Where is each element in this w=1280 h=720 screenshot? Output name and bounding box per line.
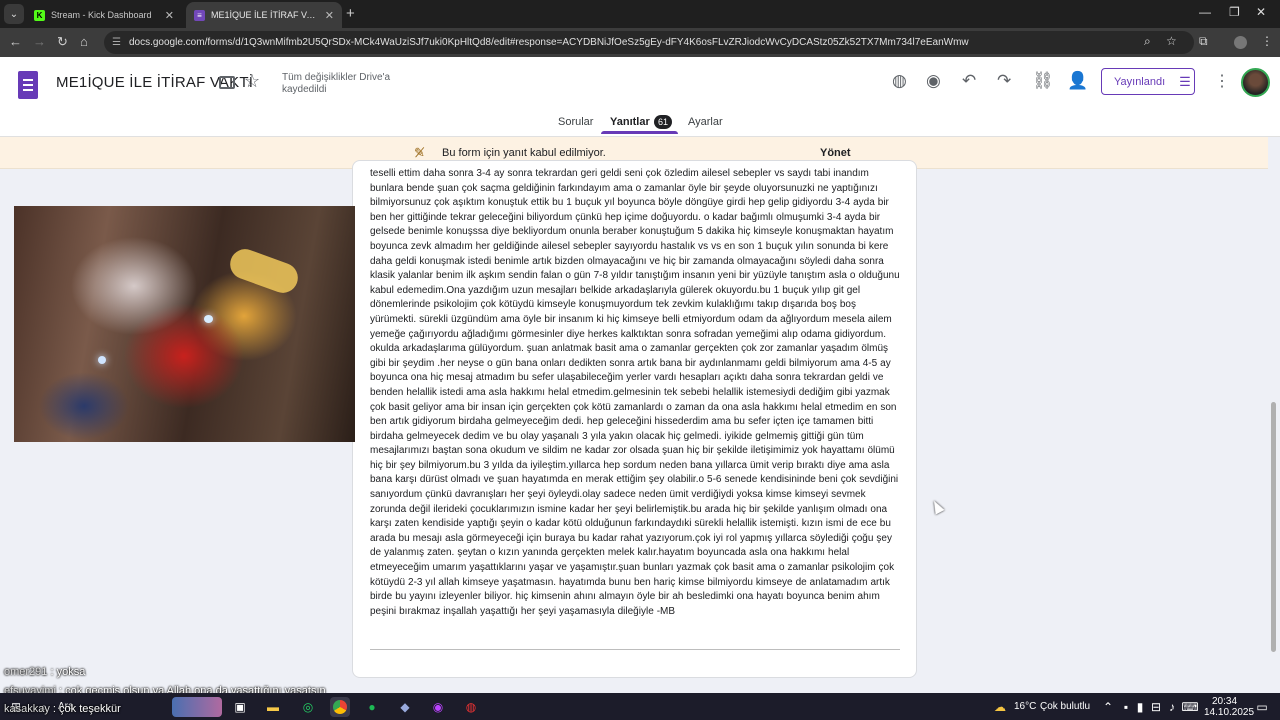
close-window-icon[interactable]: ✕ bbox=[1256, 5, 1266, 19]
whatsapp-icon[interactable]: ◎ bbox=[298, 697, 318, 717]
forward-icon[interactable]: → bbox=[33, 34, 46, 49]
chat-text: yoksa bbox=[56, 666, 86, 678]
forms-header: ME1İQUE İLE İTİRAF VAKTİ ☆ Tüm değişikli… bbox=[0, 57, 1280, 137]
minimize-icon[interactable]: — bbox=[1199, 5, 1211, 19]
tray-chevron-icon[interactable]: ⌃ bbox=[1098, 697, 1118, 717]
extensions-icon[interactable]: ⧉ bbox=[1199, 34, 1208, 49]
home-icon[interactable]: ⌂ bbox=[80, 34, 88, 49]
bookmark-star-icon[interactable]: ☆ bbox=[1166, 34, 1177, 48]
volume-icon[interactable]: ♪ bbox=[1162, 697, 1182, 717]
webcam-blur-shape bbox=[225, 244, 303, 298]
obs-icon[interactable]: ◍ bbox=[461, 697, 481, 717]
undo-icon[interactable]: ↶ bbox=[962, 71, 976, 91]
notification-icon[interactable]: ▭ bbox=[1252, 697, 1272, 717]
tab-questions[interactable]: Sorular bbox=[558, 116, 593, 128]
spotify-icon[interactable]: ● bbox=[362, 697, 382, 717]
close-tab-icon[interactable]: ✕ bbox=[165, 9, 174, 22]
back-icon[interactable]: ← bbox=[9, 34, 22, 49]
profile-icon[interactable] bbox=[1234, 36, 1247, 49]
keyboard-icon[interactable]: ⌨ bbox=[1180, 697, 1200, 717]
webcam-overlay bbox=[14, 206, 355, 442]
folder-icon[interactable] bbox=[219, 76, 235, 89]
scrollbar-thumb[interactable] bbox=[1271, 402, 1276, 652]
tab-search-icon[interactable]: ⌄ bbox=[4, 4, 24, 24]
avatar[interactable] bbox=[1241, 68, 1270, 97]
chat-message: kasakkay : çok teşekkür bbox=[4, 703, 121, 715]
response-answer-text: teselli ettim daha sonra 3-4 ay sonra te… bbox=[370, 168, 900, 617]
add-collaborator-icon[interactable]: 👤 bbox=[1067, 71, 1088, 91]
discord-icon[interactable]: ◉ bbox=[428, 697, 448, 717]
zoom-icon[interactable]: ⌕ bbox=[1144, 34, 1151, 49]
close-tab-icon[interactable]: ✕ bbox=[325, 9, 334, 22]
chrome-logo-icon bbox=[333, 700, 347, 714]
save-status: Tüm değişiklikler Drive'a kaydedildi bbox=[282, 72, 391, 95]
browser-tab-bar: ⌄ K Stream - Kick Dashboard ✕ ≡ ME1İQUE … bbox=[0, 0, 1280, 28]
sliders-icon: ☰ bbox=[1179, 73, 1191, 89]
page-scrollbar[interactable] bbox=[1268, 137, 1280, 693]
file-explorer-icon[interactable]: ▬ bbox=[263, 697, 283, 717]
star-icon[interactable]: ☆ bbox=[244, 71, 260, 92]
forms-icon: ≡ bbox=[194, 9, 205, 21]
banner-text: Bu form için yanıt kabul edilmiyor. bbox=[442, 147, 606, 159]
tab-kick-dashboard[interactable]: K Stream - Kick Dashboard ✕ bbox=[26, 2, 182, 28]
app-icon[interactable]: ◆ bbox=[395, 697, 415, 717]
url-text: docs.google.com/forms/d/1Q3wnMifmb2U5QrS… bbox=[128, 37, 969, 48]
browser-menu-icon[interactable]: ⋮ bbox=[1261, 34, 1273, 48]
chrome-icon[interactable] bbox=[330, 697, 350, 717]
weather-icon[interactable]: ☁ bbox=[990, 697, 1010, 717]
publish-label: Yayınlandı bbox=[1114, 75, 1166, 88]
preview-eye-icon[interactable]: ◉ bbox=[926, 71, 941, 91]
kick-icon: K bbox=[34, 9, 45, 21]
search-highlight-icon[interactable] bbox=[172, 697, 222, 717]
weather-temp[interactable]: 16°C bbox=[1014, 701, 1036, 712]
restore-icon[interactable]: ❐ bbox=[1229, 5, 1240, 19]
chat-message: omer291 : yoksa bbox=[4, 666, 86, 678]
reload-icon[interactable]: ↻ bbox=[57, 34, 68, 50]
clock-date[interactable]: 14.10.2025 bbox=[1204, 707, 1254, 718]
tab-google-form[interactable]: ≡ ME1İQUE İLE İTİRAF VAKTİ - Go ✕ bbox=[186, 2, 342, 28]
mouse-cursor-icon bbox=[929, 498, 945, 515]
chat-user: omer291 bbox=[4, 666, 48, 678]
responses-count-badge: 61 bbox=[654, 115, 672, 129]
task-view-icon[interactable]: ▣ bbox=[230, 697, 250, 717]
site-info-icon[interactable]: ☰ bbox=[112, 37, 121, 48]
chat-user: kasakkay bbox=[4, 703, 50, 715]
link-icon[interactable]: ⛓ bbox=[1032, 71, 1054, 91]
webcam-light bbox=[98, 356, 106, 364]
answer-underline bbox=[370, 649, 900, 650]
windows-taskbar: ⊞ ⌕ Ara ▣ ▬ ◎ ● ◆ ◉ ◍ ☁ 16°C Çok bulutlu… bbox=[0, 693, 1280, 720]
more-options-icon[interactable]: ⋮ bbox=[1214, 71, 1230, 91]
tab-title: Stream - Kick Dashboard bbox=[51, 10, 152, 20]
url-bar[interactable]: ☰ docs.google.com/forms/d/1Q3wnMifmb2U5Q… bbox=[104, 31, 1194, 54]
palette-icon[interactable]: ◍ bbox=[892, 71, 907, 91]
not-accepting-icon: ✎̸ bbox=[414, 145, 425, 160]
manage-button[interactable]: Yönet bbox=[820, 147, 851, 159]
google-forms-logo-icon[interactable] bbox=[18, 71, 38, 99]
clock-time[interactable]: 20:34 bbox=[1212, 696, 1237, 707]
redo-icon[interactable]: ↷ bbox=[997, 71, 1011, 91]
active-tab-indicator bbox=[601, 131, 678, 134]
new-tab-icon[interactable]: + bbox=[346, 5, 355, 22]
tab-responses[interactable]: Yanıtlar bbox=[610, 116, 650, 128]
weather-text[interactable]: Çok bulutlu bbox=[1040, 701, 1090, 712]
tab-title: ME1İQUE İLE İTİRAF VAKTİ - Go bbox=[211, 10, 319, 20]
chat-text: çok teşekkür bbox=[59, 703, 121, 715]
publish-button[interactable]: Yayınlandı ☰ bbox=[1101, 68, 1195, 95]
tab-settings[interactable]: Ayarlar bbox=[688, 116, 723, 128]
webcam-light bbox=[204, 315, 213, 323]
address-bar-row: ← → ↻ ⌂ ☰ docs.google.com/forms/d/1Q3wnM… bbox=[0, 28, 1280, 57]
